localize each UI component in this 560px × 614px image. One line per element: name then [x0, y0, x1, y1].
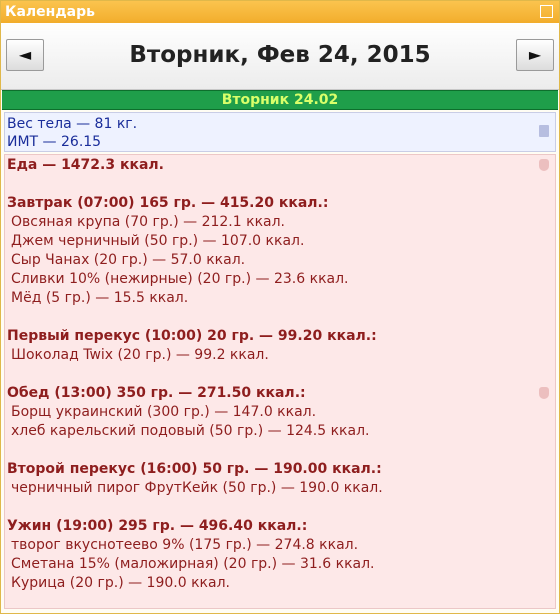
- food-item: Сыр Чанах (20 гр.) — 57.0 ккал.: [11, 252, 246, 268]
- food-total: Еда — 1472.3 ккал.: [7, 157, 164, 173]
- food-item: Овсяная крупа (70 гр.) — 212.1 ккал.: [11, 214, 286, 230]
- meal-heading: Ужин (19:00) 295 гр. — 496.40 ккал.:: [7, 518, 308, 534]
- food-item: Борщ украинский (300 гр.) — 147.0 ккал.: [11, 404, 317, 420]
- meal-heading: Первый перекус (10:00) 20 гр. — 99.20 кк…: [7, 328, 377, 344]
- food-item: хлеб карельский подовый (50 гр.) — 124.5…: [11, 423, 370, 439]
- previous-day-button[interactable]: ◄: [6, 39, 44, 71]
- date-navigation: ◄ Вторник, Фев 24, 2015 ►: [1, 23, 559, 90]
- meal-heading: Обед (13:00) 350 гр. — 271.50 ккал.:: [7, 385, 306, 401]
- day-header: Вторник 24.02: [2, 90, 558, 110]
- bmi-text: ИМТ — 26.15: [7, 134, 102, 150]
- body-stats-entry[interactable]: Вес тела — 81 кг. ИМТ — 26.15: [4, 112, 556, 152]
- food-item: Шоколад Twix (20 гр.) — 99.2 ккал.: [11, 347, 269, 363]
- weight-text: Вес тела — 81 кг.: [7, 116, 138, 132]
- food-entry[interactable]: Еда — 1472.3 ккал. Завтрак (07:00) 165 г…: [4, 154, 556, 609]
- food-item: Сливки 10% (нежирные) (20 гр.) — 23.6 кк…: [11, 271, 349, 287]
- close-icon[interactable]: [540, 5, 553, 18]
- next-day-button[interactable]: ►: [516, 39, 554, 71]
- meal-heading: Завтрак (07:00) 165 гр. — 415.20 ккал.:: [7, 195, 329, 211]
- food-item: Сметана 15% (маложирная) (20 гр.) — 31.6…: [11, 556, 375, 572]
- calendar-window: Календарь ◄ Вторник, Фев 24, 2015 ► Втор…: [0, 0, 560, 614]
- date-title: Вторник, Фев 24, 2015: [129, 42, 431, 68]
- meal-list: Завтрак (07:00) 165 гр. — 415.20 ккал.: О…: [7, 175, 555, 593]
- hand-icon: [539, 387, 549, 399]
- title-bar: Календарь: [1, 1, 559, 23]
- food-item: черничный пирог ФрутКейк (50 гр.) — 190.…: [11, 480, 383, 496]
- meal-heading: Второй перекус (16:00) 50 гр. — 190.00 к…: [7, 461, 382, 477]
- food-item: творог вкуснотеево 9% (175 гр.) — 274.8 …: [11, 537, 359, 553]
- window-title: Календарь: [5, 4, 95, 20]
- trash-icon[interactable]: [539, 125, 549, 137]
- hand-icon: [539, 159, 549, 171]
- food-item: Мёд (5 гр.) — 15.5 ккал.: [11, 290, 189, 306]
- food-item: Джем черничный (50 гр.) — 107.0 ккал.: [11, 233, 305, 249]
- food-item: Курица (20 гр.) — 190.0 ккал.: [11, 575, 230, 591]
